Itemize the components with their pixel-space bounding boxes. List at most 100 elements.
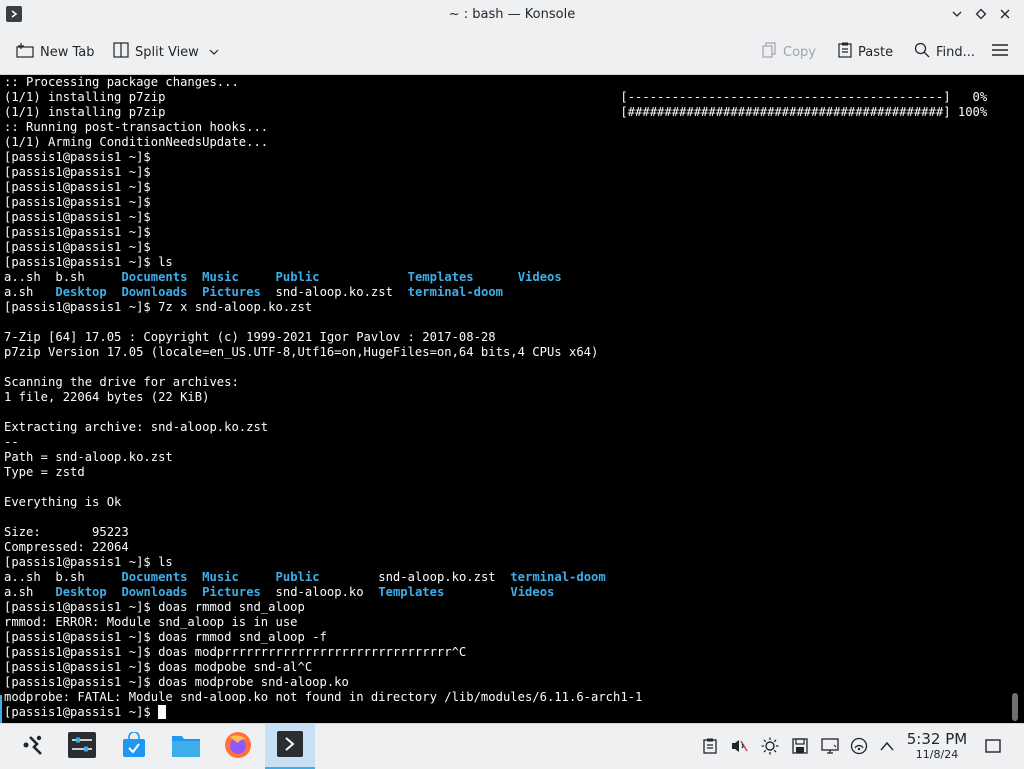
terminal-line: a..sh b.sh Documents Music Public Templa… — [4, 270, 987, 285]
terminal-text: [passis1@passis1 ~]$ doas modpobe snd-al… — [4, 660, 313, 674]
terminal-line: [passis1@passis1 ~]$ — [4, 225, 987, 240]
directory-name: Public — [275, 570, 320, 584]
clipboard-icon[interactable] — [700, 736, 720, 756]
terminal-line: rmmod: ERROR: Module snd_aloop is in use — [4, 615, 987, 630]
terminal-line: [passis1@passis1 ~]$ ls — [4, 255, 987, 270]
discover-store-button[interactable] — [109, 724, 159, 769]
dolphin-file-manager-button[interactable] — [161, 724, 211, 769]
terminal-line: (1/1) Arming ConditionNeedsUpdate... — [4, 135, 987, 150]
terminal-text: [passis1@passis1 ~]$ ls — [4, 555, 173, 569]
hamburger-menu-button[interactable] — [991, 41, 1009, 63]
find-button[interactable]: Find... — [914, 41, 975, 63]
close-button[interactable] — [996, 5, 1014, 23]
terminal-line: [passis1@passis1 ~]$ doas modprobe snd-a… — [4, 675, 987, 690]
terminal-text: [passis1@passis1 ~]$ doas modprobe snd-a… — [4, 675, 349, 689]
terminal-text: snd-aloop.ko.zst — [319, 570, 511, 584]
terminal-text: [passis1@passis1 ~]$ — [4, 150, 151, 164]
split-view-button[interactable]: Split View — [113, 41, 219, 63]
show-hidden-icon[interactable] — [877, 736, 897, 756]
taskbar: 5:32 PM 11/8/24 — [0, 723, 1024, 769]
terminal-text: a..sh b.sh — [4, 570, 122, 584]
terminal-text: [passis1@passis1 ~]$ 7z x snd-aloop.ko.z… — [4, 300, 313, 314]
konsole-taskbar-button[interactable] — [265, 724, 315, 769]
directory-name: Templates — [407, 270, 474, 284]
directory-name: Templates — [378, 585, 445, 599]
terminal-line: [passis1@passis1 ~]$ doas rmmod snd_aloo… — [4, 630, 987, 645]
directory-name: Public — [275, 270, 320, 284]
terminal-line: Size: 95223 — [4, 525, 987, 540]
terminal-text: 1 file, 22064 bytes (22 KiB) — [4, 390, 210, 404]
maximize-button[interactable] — [972, 5, 990, 23]
display-icon[interactable] — [820, 736, 840, 756]
terminal-text: rmmod: ERROR: Module snd_aloop is in use — [4, 615, 298, 629]
application-launcher-icon — [21, 733, 45, 761]
window-titlebar[interactable]: ~ : bash — Konsole — [0, 0, 1024, 30]
directory-name: Videos — [517, 270, 562, 284]
system-settings-icon — [68, 731, 96, 762]
firefox-button[interactable] — [213, 724, 263, 769]
terminal-line: :: Running post-transaction hooks... — [4, 120, 987, 135]
terminal-text: [passis1@passis1 ~]$ — [4, 240, 151, 254]
terminal-text: :: Processing package changes... — [4, 75, 239, 89]
copy-icon — [762, 42, 777, 62]
new-tab-button[interactable]: New Tab — [16, 41, 95, 63]
scrollbar-thumb[interactable] — [1012, 693, 1018, 721]
directory-name: Downloads — [121, 585, 188, 599]
terminal-text: Compressed: 22064 — [4, 540, 129, 554]
paste-button[interactable]: Paste — [838, 41, 893, 63]
disks-icon[interactable] — [790, 736, 810, 756]
digital-clock[interactable]: 5:32 PM 11/8/24 — [900, 730, 974, 762]
terminal-text: a.sh — [4, 585, 56, 599]
network-icon[interactable] — [849, 736, 869, 756]
terminal-line: [passis1@passis1 ~]$ — [4, 240, 987, 255]
minimize-button[interactable] — [948, 5, 966, 23]
terminal-line: (1/1) installing p7zip [################… — [4, 105, 987, 120]
audio-muted-icon[interactable] — [729, 736, 749, 756]
copy-button[interactable]: Copy — [762, 41, 816, 63]
terminal-line: 1 file, 22064 bytes (22 KiB) — [4, 390, 987, 405]
terminal-line: Extracting archive: snd-aloop.ko.zst — [4, 420, 987, 435]
terminal-text: Path = snd-aloop.ko.zst — [4, 450, 173, 464]
directory-name: Pictures — [202, 285, 261, 299]
terminal-text: -- — [4, 435, 19, 449]
discover-store-icon — [121, 730, 147, 762]
terminal-text: [passis1@passis1 ~]$ — [4, 165, 151, 179]
dolphin-file-manager-icon — [171, 732, 201, 762]
terminal-text: [passis1@passis1 ~]$ — [4, 705, 159, 719]
system-settings-button[interactable] — [57, 724, 107, 769]
show-desktop-icon[interactable] — [983, 736, 1003, 756]
terminal-line: [passis1@passis1 ~]$ doas rmmod snd_aloo… — [4, 600, 987, 615]
terminal-line: a..sh b.sh Documents Music Public snd-al… — [4, 570, 987, 585]
terminal-line: Compressed: 22064 — [4, 540, 987, 555]
terminal-line: [passis1@passis1 ~]$ — [4, 705, 987, 720]
split-view-icon — [113, 42, 129, 62]
terminal-text: snd-aloop.ko — [260, 585, 379, 599]
konsole-icon — [277, 730, 303, 761]
clock-date: 11/8/24 — [915, 748, 959, 761]
application-launcher-button[interactable] — [8, 724, 58, 769]
terminal-line: [passis1@passis1 ~]$ doas modprrrrrrrrrr… — [4, 645, 987, 660]
directory-name: terminal-doom — [407, 285, 504, 299]
terminal-text: [passis1@passis1 ~]$ — [4, 180, 151, 194]
konsole-toolbar: New Tab Split View Copy Paste Find... — [0, 30, 1024, 75]
firefox-icon — [224, 731, 252, 763]
terminal-view[interactable]: :: Processing package changes...(1/1) in… — [0, 75, 1024, 723]
brightness-icon[interactable] — [760, 736, 780, 756]
copy-label: Copy — [783, 44, 816, 60]
split-view-label: Split View — [135, 44, 199, 60]
terminal-line: p7zip Version 17.05 (locale=en_US.UTF-8,… — [4, 345, 987, 360]
terminal-line: [passis1@passis1 ~]$ ls — [4, 555, 987, 570]
hamburger-menu-icon — [991, 43, 1009, 61]
terminal-line: [passis1@passis1 ~]$ 7z x snd-aloop.ko.z… — [4, 300, 987, 315]
directory-name: Desktop — [55, 585, 107, 599]
paste-label: Paste — [858, 44, 894, 60]
chevron-down-icon[interactable] — [209, 45, 219, 60]
